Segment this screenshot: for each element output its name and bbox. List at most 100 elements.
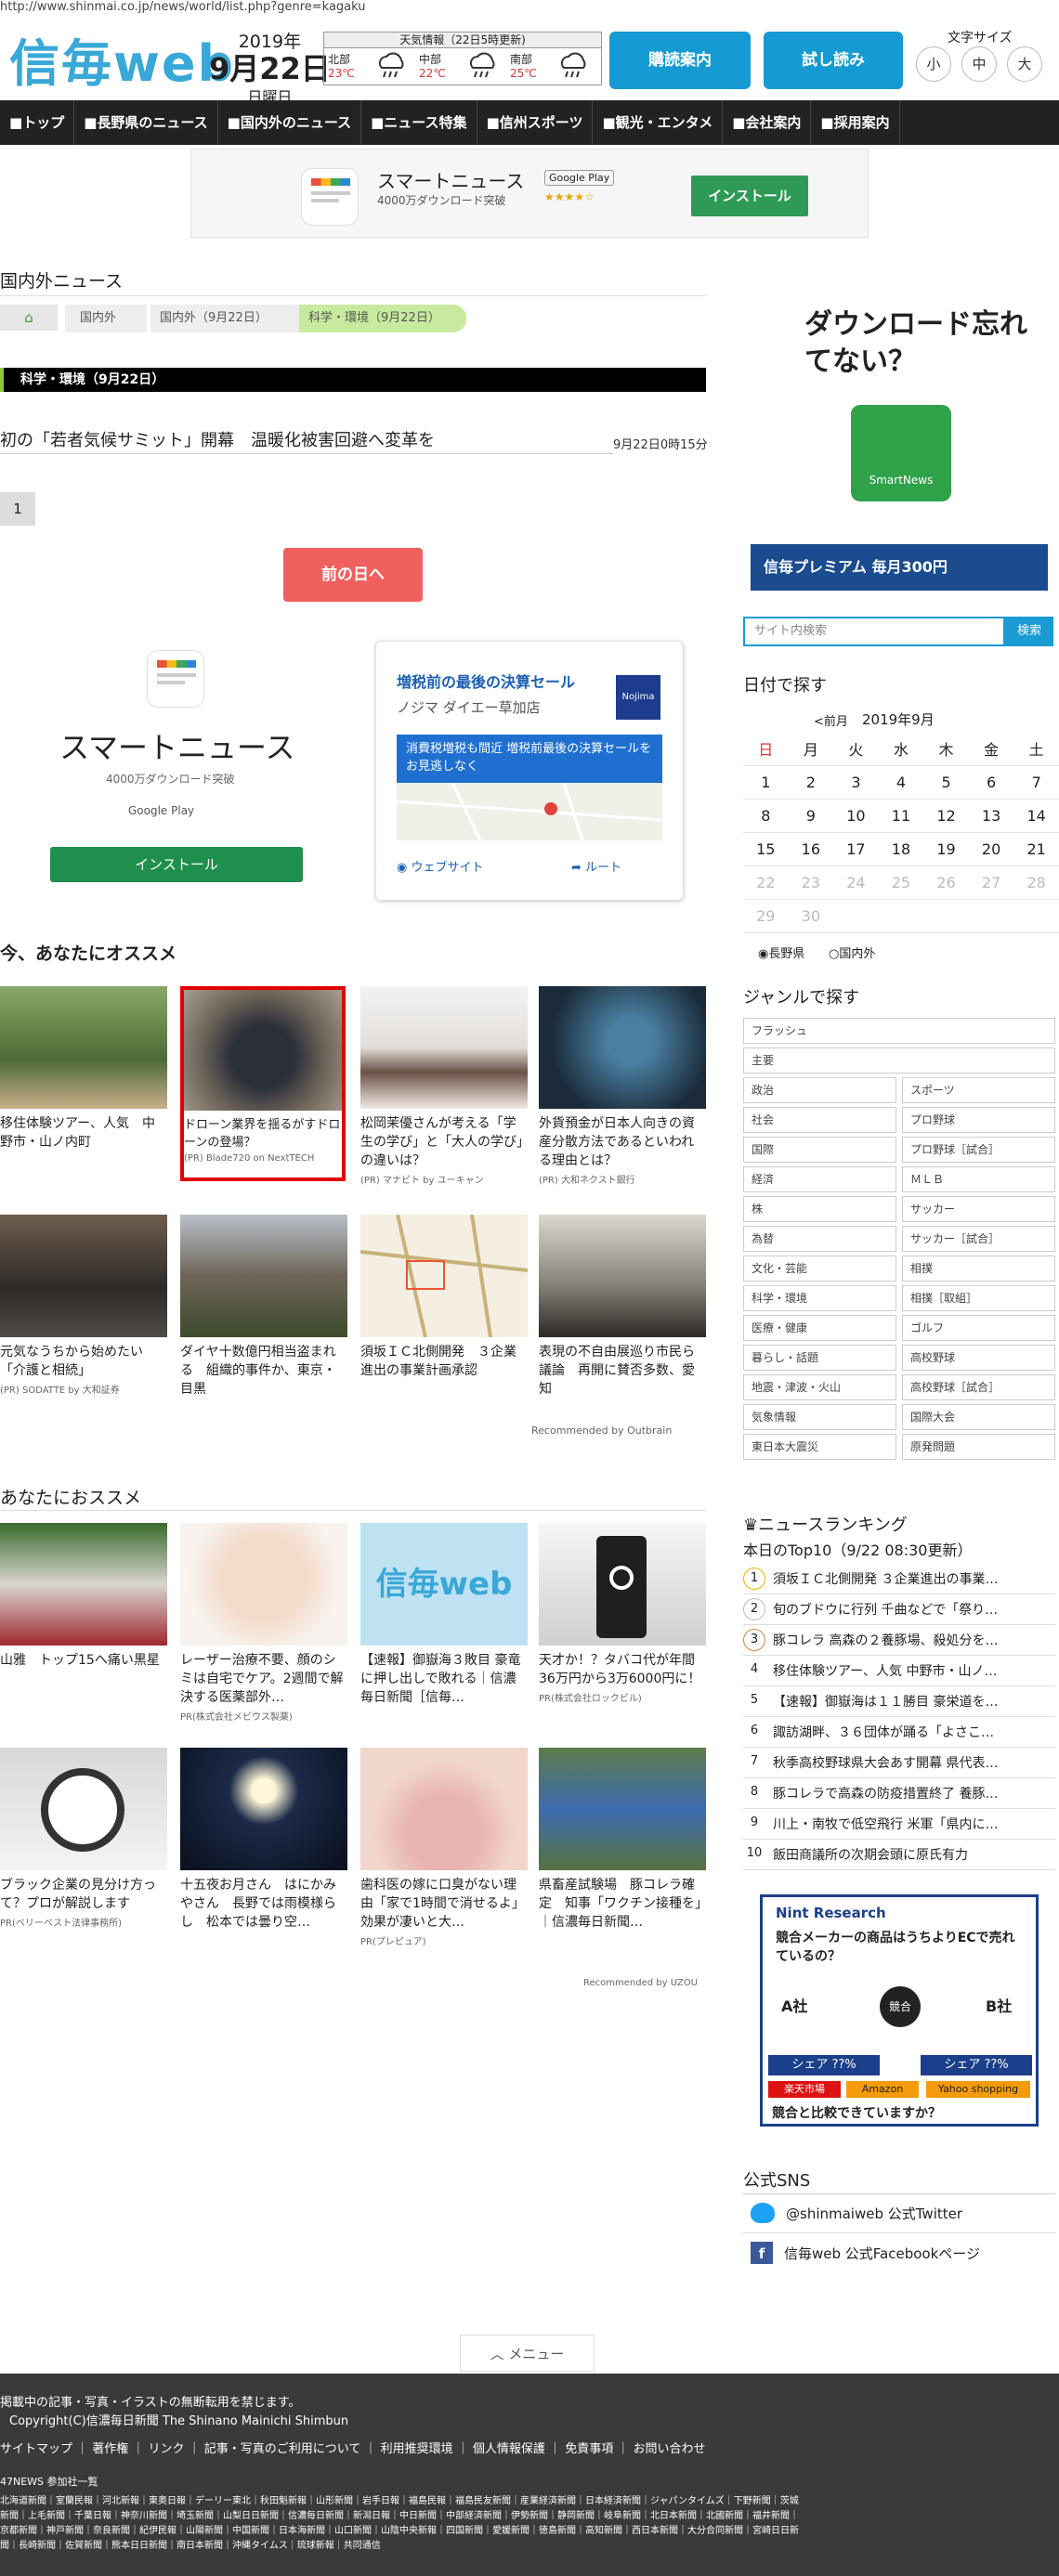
genre-item[interactable]: 株	[743, 1196, 896, 1222]
footer-links[interactable]: サイトマップ ｜ 著作権 ｜ リンク ｜ 記事・写真のご利用について ｜ 利用推…	[0, 2439, 705, 2456]
recommend-item[interactable]: 県畜産試験場 豚コレラ確定 知事「ワクチン接種を」｜信濃毎日新聞…	[539, 1748, 706, 1932]
ranking-item[interactable]: 4 移住体験ツアー、人気 中野市・山ノ…	[743, 1656, 1055, 1686]
genre-item[interactable]: 主要	[743, 1047, 1055, 1073]
nav-tourism[interactable]: ■観光・エンタメ	[593, 100, 724, 145]
facebook-link[interactable]: f 信毎web 公式Facebookページ	[751, 2242, 980, 2264]
calendar-day[interactable]: 14	[1013, 799, 1059, 833]
sidebar-ad[interactable]: ダウンロード忘れてない？ SmartNews	[791, 293, 1048, 507]
ranking-item[interactable]: 1 須坂ＩＣ北側開発 ３企業進出の事業…	[743, 1564, 1055, 1594]
calendar-day[interactable]: 11	[878, 799, 924, 833]
recommend-item[interactable]: 外貨預金が日本人向きの資産分散方法であるといわれる理由とは？ (PR) 大和ネク…	[539, 986, 706, 1186]
ranking-item[interactable]: 9 川上・南牧で低空飛行 米軍「県内に…	[743, 1809, 1055, 1840]
top-ad-banner[interactable]: スマートニュース 4000万ダウンロード突破 Google Play ★★★★☆…	[190, 149, 869, 238]
recommend-item[interactable]: 松岡茉優さんが考える「学生の学び」と「大人の学び」の違いは？ (PR) マナビト…	[360, 986, 528, 1186]
prev-day-button[interactable]: 前の日へ	[283, 548, 423, 602]
calendar-day[interactable]: 5	[923, 765, 969, 800]
home-icon[interactable]: ⌂	[0, 305, 58, 331]
genre-item[interactable]: 地震・津波・火山	[743, 1374, 896, 1400]
nint-ad[interactable]: Nint Research 競合メーカーの商品はうちよりECで売れているの？ A…	[760, 1894, 1039, 2127]
footer-papers[interactable]: 聞｜長崎新聞｜佐賀新聞｜熊本日日新聞｜南日本新聞｜沖縄タイムス｜琉球新報｜共同通…	[0, 2537, 381, 2551]
footer-papers[interactable]: 北海道新聞｜室蘭民報｜河北新報｜東奥日報｜デーリー東北｜秋田魁新報｜山形新聞｜岩…	[0, 2492, 799, 2506]
genre-item[interactable]: 国際	[743, 1137, 896, 1163]
genre-item[interactable]: 社会	[743, 1107, 896, 1133]
genre-item[interactable]: 相撲	[902, 1255, 1055, 1281]
calendar-day[interactable]: 9	[788, 799, 834, 833]
weather-widget[interactable]: 天気情報（22日5時更新) 北部 23℃ 中部 22℃ 南部 25℃	[323, 32, 602, 85]
twitter-link[interactable]: @shinmaiweb 公式Twitter	[751, 2203, 962, 2223]
uzou-credit[interactable]: Recommended by UZOU	[583, 1978, 698, 1988]
recommend-item[interactable]: ブラック企業の見分け方って？プロが解説します PR(ベリーベスト法律事務所)	[0, 1748, 167, 1929]
nav-feature[interactable]: ■ニュース特集	[361, 100, 477, 145]
calendar-day[interactable]: 15	[743, 832, 789, 866]
calendar-day[interactable]: 20	[968, 832, 1014, 866]
calendar-day[interactable]: 13	[968, 799, 1014, 833]
website-button[interactable]: ◉ ウェブサイト	[397, 857, 484, 875]
font-size-large-button[interactable]: 大	[1007, 46, 1042, 82]
nojima-ad[interactable]: 増税前の最後の決算セール ノジマ ダイエー草加店 Nojima 消費税増税も間近…	[375, 641, 684, 901]
recommend-item[interactable]: 歯科医の嫁に口臭がない理由「家で1時間で消せるよ」効果が凄いと大… PR(プレピ…	[360, 1748, 528, 1947]
recommend-item[interactable]: 信毎web 【速報】御嶽海３敗目 豪竜に押し出しで敗れる｜信濃毎日新聞［信毎…	[360, 1523, 528, 1707]
footer-papers[interactable]: 新聞｜上毛新聞｜千葉日報｜神奈川新聞｜埼玉新聞｜山梨日日新聞｜信濃毎日新聞｜新潟…	[0, 2507, 799, 2521]
recommend-item[interactable]: 山雅 トップ15へ痛い黒星	[0, 1523, 167, 1670]
trial-button[interactable]: 試し読み	[764, 32, 903, 89]
premium-ad[interactable]: 信毎プレミアム 毎月300円	[751, 544, 1048, 591]
site-search-input[interactable]: サイト内検索	[743, 617, 1005, 646]
recommend-item[interactable]: レーザー治療不要、顔のシミは自宅でケア。2週間で解決する医薬部外… PR(株式会…	[180, 1523, 347, 1723]
nav-nagano[interactable]: ■長野県のニュース	[74, 100, 218, 145]
font-size-medium-button[interactable]: 中	[961, 46, 997, 82]
ad-install-button[interactable]: インストール	[691, 176, 808, 216]
genre-item[interactable]: 文化・芸能	[743, 1255, 896, 1281]
headline-link[interactable]: 初の「若者気候サミット」開幕 温暖化被害回避へ変革を	[0, 427, 435, 451]
calendar-day[interactable]: 2	[788, 765, 834, 800]
genre-item[interactable]: 経済	[743, 1166, 896, 1192]
nav-sports[interactable]: ■信州スポーツ	[477, 100, 594, 145]
nav-company[interactable]: ■会社案内	[723, 100, 812, 145]
genre-item[interactable]: 気象情報	[743, 1404, 896, 1430]
recommend-item[interactable]: 表現の不自由展巡り市民ら議論 再開に賛否多数、愛知	[539, 1215, 706, 1399]
genre-item[interactable]: 医療・健康	[743, 1315, 896, 1341]
outbrain-credit[interactable]: Recommended by Outbrain	[531, 1425, 672, 1437]
ad-install-button[interactable]: インストール	[50, 847, 303, 882]
genre-item[interactable]: 高校野球	[902, 1345, 1055, 1371]
site-logo[interactable]: 信毎web	[9, 22, 235, 96]
genre-item[interactable]: プロ野球	[902, 1107, 1055, 1133]
scope-nagano-radio[interactable]: ◉長野県	[758, 943, 804, 961]
ranking-item[interactable]: 6 諏訪湖畔、３６団体が踊る「よさこ…	[743, 1717, 1055, 1748]
recommend-item[interactable]: 移住体験ツアー、人気 中野市・山ノ内町	[0, 986, 167, 1151]
nav-recruit[interactable]: ■採用案内	[811, 100, 900, 145]
genre-item[interactable]: 暮らし・話題	[743, 1345, 896, 1371]
genre-item[interactable]: フラッシュ	[743, 1018, 1055, 1044]
recommend-item[interactable]: 須坂ＩＣ北側開発 ３企業進出の事業計画承認	[360, 1215, 528, 1380]
calendar-day[interactable]: 7	[1013, 765, 1059, 800]
genre-item[interactable]: 為替	[743, 1226, 896, 1252]
nav-world[interactable]: ■国内外のニュース	[218, 100, 362, 145]
calendar-day[interactable]: 3	[833, 765, 879, 800]
genre-item[interactable]: サッカー［試合］	[902, 1226, 1055, 1252]
recommend-item[interactable]: ドローン業界を揺るがすドローンの登場？ (PR) Blade720 on Nex…	[180, 986, 346, 1181]
genre-item[interactable]: スポーツ	[902, 1077, 1055, 1103]
calendar-day[interactable]: 4	[878, 765, 924, 800]
ranking-item[interactable]: 5 【速報】御嶽海は１１勝目 豪栄道を…	[743, 1686, 1055, 1717]
ranking-item[interactable]: 3 豚コレラ 高森の２養豚場、殺処分を…	[743, 1625, 1055, 1656]
font-size-small-button[interactable]: 小	[916, 46, 951, 82]
calendar-day[interactable]: 12	[923, 799, 969, 833]
recommend-item[interactable]: 元気なうちから始めたい「介護と相続」 (PR) SODATTE by 大和証券	[0, 1215, 167, 1396]
breadcrumb-world-date[interactable]: 国内外（9月22日）	[150, 305, 299, 332]
genre-item[interactable]: ＭＬＢ	[902, 1166, 1055, 1192]
genre-item[interactable]: 科学・環境	[743, 1285, 896, 1311]
recommend-item[interactable]: 天才か！？タバコ代が年間36万円から3万6000円に！ PR(株式会社ロックビル…	[539, 1523, 706, 1704]
genre-item[interactable]: 原発問題	[902, 1434, 1055, 1460]
genre-item[interactable]: 政治	[743, 1077, 896, 1103]
prev-month-link[interactable]: <前月	[814, 711, 848, 729]
calendar-day[interactable]: 17	[833, 832, 879, 866]
page-number-button[interactable]: 1	[0, 492, 35, 526]
ranking-item[interactable]: 10 飯田商議所の次期会頭に原氏有力	[743, 1840, 1055, 1870]
scope-world-radio[interactable]: ○国内外	[829, 943, 875, 961]
ranking-item[interactable]: 8 豚コレラで高森の防疫措置終了 養豚…	[743, 1778, 1055, 1809]
breadcrumb-world[interactable]: 国内外	[65, 305, 147, 332]
recommend-item[interactable]: 十五夜お月さん はにかみやさん 長野では雨模様らし 松本では曇り空…	[180, 1748, 347, 1932]
genre-item[interactable]: 東日本大震災	[743, 1434, 896, 1460]
menu-button[interactable]: ︿ メニュー	[460, 2335, 595, 2372]
genre-item[interactable]: 高校野球［試合］	[902, 1374, 1055, 1400]
calendar-day[interactable]: 1	[743, 765, 789, 800]
